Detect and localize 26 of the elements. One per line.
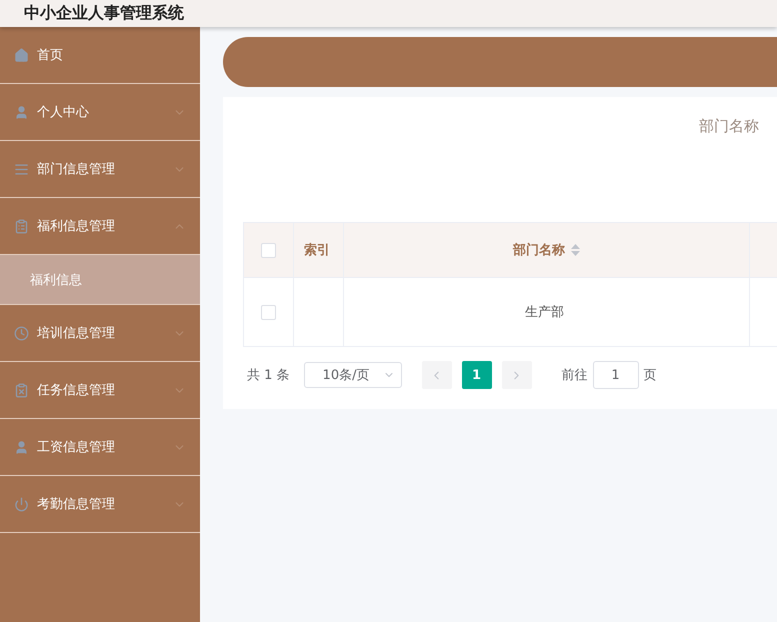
goto-page-input[interactable]: 1 — [592, 361, 639, 389]
table-cell-text: 生产部 — [525, 304, 564, 321]
total-count: 共 1 条 — [247, 367, 290, 384]
column-header-cell[interactable]: 部门名称 — [344, 223, 750, 277]
clipboard-icon — [14, 218, 29, 234]
list-icon — [14, 162, 29, 176]
system-title: 中小企业人事管理系统 — [24, 3, 184, 24]
sort-icon[interactable] — [571, 244, 580, 256]
home-icon — [14, 48, 29, 62]
clock-icon — [14, 326, 29, 340]
person-icon — [14, 440, 29, 454]
goto-label: 前往 — [562, 367, 588, 384]
row-checkbox[interactable] — [261, 304, 276, 320]
next-page-button[interactable] — [502, 361, 532, 389]
select-all-checkbox[interactable] — [261, 242, 276, 258]
search-label: 部门名称 — [699, 117, 760, 137]
page-size-select[interactable]: 10条/页 — [304, 362, 402, 388]
page-suffix: 页 — [644, 367, 657, 384]
column-header: 部门名称 — [513, 242, 565, 259]
page-button[interactable]: 1 — [462, 361, 492, 389]
submenu-item[interactable]: 福利信息 — [0, 255, 200, 305]
column-header: 索引 — [304, 242, 330, 259]
power-icon — [14, 496, 29, 512]
prev-page-button[interactable] — [422, 361, 452, 389]
person-icon — [14, 104, 29, 120]
clipboard-icon — [14, 382, 29, 398]
